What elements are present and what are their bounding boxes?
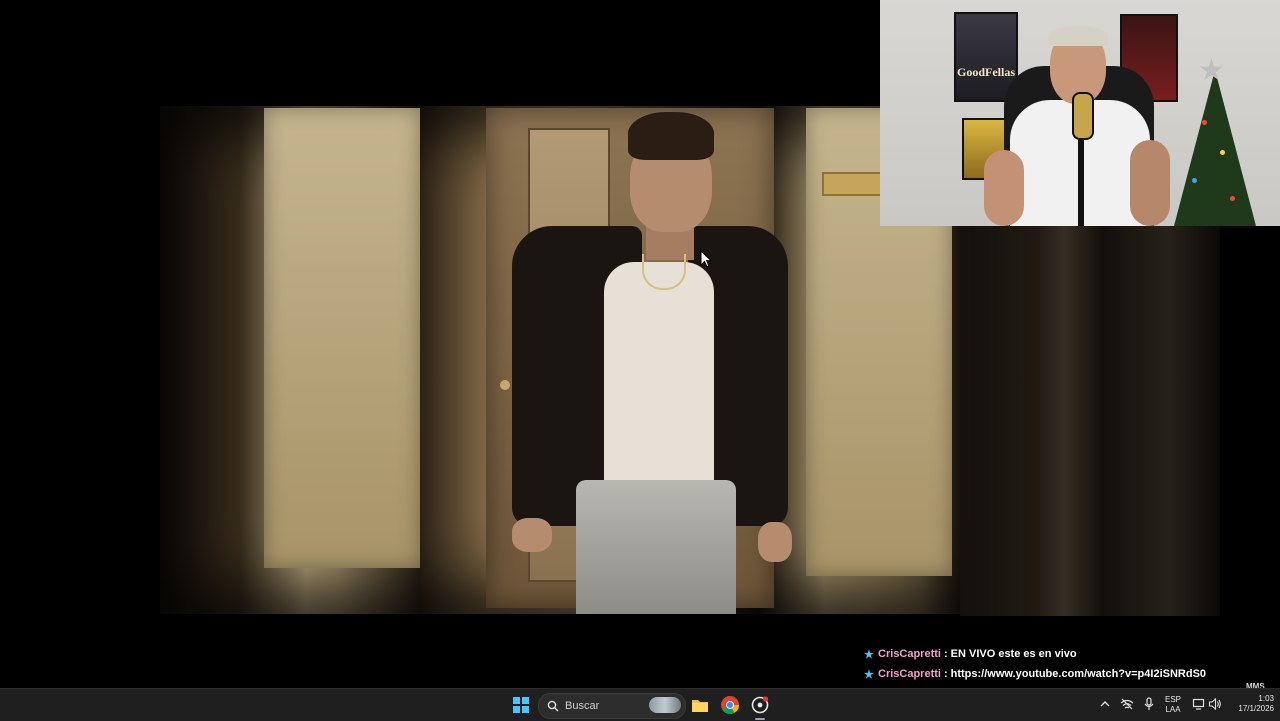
chat-username: CrisCapretti [878,668,941,680]
chat-message: ★ CrisCapretti : EN VIVO este es en vivo [864,644,1274,664]
chevron-up-icon[interactable] [1098,697,1112,711]
language-indicator[interactable]: ESP LAA [1160,695,1186,715]
tree-star-icon: ★ [1198,54,1225,87]
chat-username: CrisCapretti [878,648,941,660]
chat-star-icon: ★ [864,648,874,661]
search-icon [547,700,559,712]
tree-light [1192,178,1197,183]
person-hand-right [758,522,792,562]
clock-time: 1:03 [1258,694,1274,703]
wall-panel-left [264,108,420,568]
file-explorer-icon[interactable] [690,695,710,715]
chrome-icon[interactable] [720,695,740,715]
clock-date: 17/1/2026 [1238,704,1274,713]
display-icon[interactable] [1192,697,1206,711]
keyboard-layout: LAA [1165,705,1181,714]
door-knob [500,380,510,390]
windows-taskbar: Buscar ESP LAA 1:03 17/1/2026 [0,688,1280,721]
mouse-cursor-icon [700,250,712,268]
language-code: ESP [1164,695,1181,704]
chat-separator: : [943,668,948,680]
search-placeholder: Buscar [565,700,600,712]
tree-light [1220,150,1225,155]
network-off-icon[interactable] [1120,697,1134,711]
video-scene-right-shadow [960,226,1220,616]
goodfellas-poster-title: GoodFellas [956,65,1015,79]
streamer-arm-left [984,150,1024,226]
person-pants [576,480,736,614]
streamer-arm-right [1130,140,1170,226]
person-shirt [604,262,714,512]
chat-overlay: ★ CrisCapretti : EN VIVO este es en vivo… [864,644,1274,684]
search-highlight-image [649,697,681,713]
webcam-overlay: GoodFellas ★ [880,0,1280,226]
christmas-tree [1174,70,1256,226]
chat-text: https://www.youtube.com/watch?v=p4I2iSNR… [950,668,1207,680]
person-hand-left [512,518,552,552]
person-necklace [642,254,686,290]
obs-recording-app-icon[interactable] [750,695,770,715]
microphone [1072,92,1094,140]
microphone-icon[interactable] [1142,697,1156,711]
system-clock[interactable]: 1:03 17/1/2026 [1222,694,1274,714]
tree-light [1230,196,1235,201]
streamer-sunglasses [1048,26,1108,46]
door-plaque [822,172,884,196]
person-hair [628,112,714,160]
mic-stand [1078,136,1084,226]
chat-separator: : [943,648,948,660]
chat-text: EN VIVO este es en vivo [950,648,1077,660]
volume-icon[interactable] [1208,697,1222,711]
windows-start-icon[interactable] [513,697,529,713]
chat-message: ★ CrisCapretti : https://www.youtube.com… [864,664,1274,684]
tree-light [1202,120,1207,125]
taskbar-search[interactable]: Buscar [538,693,686,719]
chat-star-icon: ★ [864,668,874,681]
